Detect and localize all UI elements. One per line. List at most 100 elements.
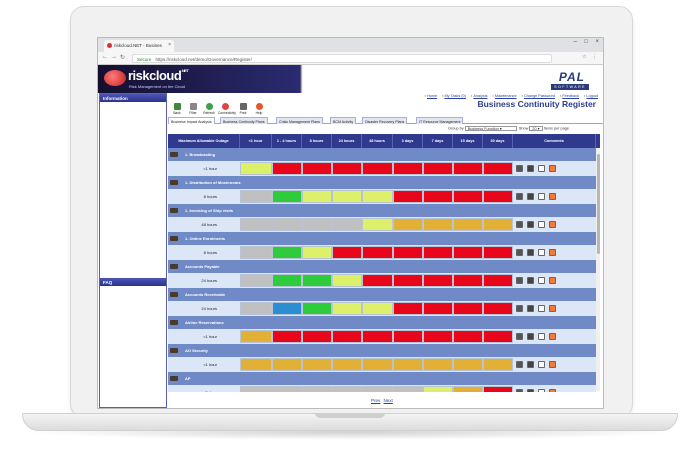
impact-cell-red[interactable] bbox=[393, 162, 423, 175]
help-row-icon[interactable] bbox=[549, 249, 556, 256]
forward-arrow-icon[interactable]: → bbox=[111, 54, 117, 60]
impact-cell-yellow[interactable] bbox=[423, 386, 453, 392]
help-row-icon[interactable] bbox=[549, 221, 556, 228]
filter-button[interactable]: Filter bbox=[186, 103, 200, 115]
camera-icon[interactable] bbox=[516, 193, 523, 200]
maximize-icon[interactable]: □ bbox=[584, 39, 588, 45]
impact-cell-orange[interactable] bbox=[423, 218, 453, 231]
impact-cell-red[interactable] bbox=[423, 246, 453, 259]
impact-cell-red[interactable] bbox=[453, 302, 483, 315]
tab-business-impact-analysis[interactable]: Business Impact Analysis bbox=[168, 117, 215, 124]
tab-it-resource-management[interactable]: IT Resource Management bbox=[416, 117, 464, 124]
top-link-4[interactable]: Change Password bbox=[522, 94, 555, 98]
help-button[interactable]: Help bbox=[252, 103, 266, 115]
impact-cell-yellow[interactable] bbox=[332, 190, 362, 203]
group-row[interactable]: 1. Online Enrolments bbox=[168, 232, 596, 245]
help-row-icon[interactable] bbox=[549, 193, 556, 200]
impact-cell-red[interactable] bbox=[393, 246, 423, 259]
camera-icon[interactable] bbox=[516, 221, 523, 228]
impact-cell-yellow[interactable] bbox=[362, 190, 393, 203]
impact-cell-yellow[interactable] bbox=[362, 302, 393, 315]
help-row-icon[interactable] bbox=[549, 277, 556, 284]
table-row[interactable]: <1 hour bbox=[168, 357, 596, 372]
refresh-button[interactable]: Refresh bbox=[202, 103, 216, 115]
impact-cell-orange[interactable] bbox=[393, 358, 423, 371]
table-row[interactable]: 24 hours bbox=[168, 301, 596, 316]
impact-cell-grey[interactable] bbox=[240, 218, 272, 231]
impact-cell-orange[interactable] bbox=[362, 358, 393, 371]
note-icon[interactable] bbox=[538, 333, 545, 340]
impact-cell-red[interactable] bbox=[453, 330, 483, 343]
impact-cell-green[interactable] bbox=[272, 246, 302, 259]
impact-cell-orange[interactable] bbox=[393, 218, 423, 231]
minimize-icon[interactable]: – bbox=[574, 39, 577, 45]
group-row[interactable]: Airline Reservations bbox=[168, 316, 596, 329]
table-row[interactable]: 7 days bbox=[168, 385, 596, 392]
impact-cell-grey[interactable] bbox=[332, 386, 362, 392]
tab-disaster-recovery-plans[interactable]: Disaster Recovery Plans bbox=[362, 117, 408, 124]
impact-cell-green[interactable] bbox=[272, 274, 302, 287]
impact-cell-blue[interactable] bbox=[272, 302, 302, 315]
top-link-3[interactable]: Maintenance bbox=[492, 94, 517, 98]
impact-cell-red[interactable] bbox=[393, 274, 423, 287]
note-icon[interactable] bbox=[538, 361, 545, 368]
impact-cell-red[interactable] bbox=[483, 302, 513, 315]
impact-cell-orange[interactable] bbox=[453, 358, 483, 371]
scroll-thumb[interactable] bbox=[597, 154, 600, 254]
impact-cell-green[interactable] bbox=[302, 274, 332, 287]
note-icon[interactable] bbox=[538, 305, 545, 312]
impact-cell-red[interactable] bbox=[272, 162, 302, 175]
impact-cell-red[interactable] bbox=[362, 246, 393, 259]
help-row-icon[interactable] bbox=[549, 305, 556, 312]
impact-cell-red[interactable] bbox=[423, 162, 453, 175]
impact-cell-red[interactable] bbox=[483, 330, 513, 343]
group-row[interactable]: AP bbox=[168, 372, 596, 385]
connectivity-button[interactable]: Connectivity bbox=[218, 103, 236, 115]
impact-cell-green[interactable] bbox=[272, 190, 302, 203]
close-tab-icon[interactable]: × bbox=[168, 42, 171, 48]
impact-cell-red[interactable] bbox=[483, 246, 513, 259]
print-row-icon[interactable] bbox=[527, 221, 534, 228]
impact-cell-red[interactable] bbox=[362, 330, 393, 343]
impact-cell-red[interactable] bbox=[332, 162, 362, 175]
impact-cell-orange[interactable] bbox=[240, 358, 272, 371]
impact-cell-orange[interactable] bbox=[453, 218, 483, 231]
impact-cell-grey[interactable] bbox=[362, 386, 393, 392]
impact-cell-yellow[interactable] bbox=[362, 218, 393, 231]
print-row-icon[interactable] bbox=[527, 333, 534, 340]
impact-cell-yellow[interactable] bbox=[332, 274, 362, 287]
group-row[interactable]: Accounts Receivable bbox=[168, 288, 596, 301]
note-icon[interactable] bbox=[538, 221, 545, 228]
impact-cell-grey[interactable] bbox=[272, 218, 302, 231]
camera-icon[interactable] bbox=[516, 165, 523, 172]
impact-cell-grey[interactable] bbox=[240, 274, 272, 287]
top-link-5[interactable]: Feedback bbox=[560, 94, 579, 98]
top-link-2[interactable]: Analysis bbox=[471, 94, 487, 98]
impact-cell-red[interactable] bbox=[423, 274, 453, 287]
impact-cell-red[interactable] bbox=[332, 330, 362, 343]
impact-cell-grey[interactable] bbox=[272, 386, 302, 392]
impact-cell-yellow[interactable] bbox=[302, 246, 332, 259]
browser-tab[interactable]: riskcloud.NET - Busines × bbox=[104, 40, 174, 52]
tab-business-continuity-plans[interactable]: Business Continuity Plans bbox=[220, 117, 268, 124]
reload-icon[interactable]: ↻ bbox=[120, 54, 125, 61]
impact-cell-red[interactable] bbox=[453, 162, 483, 175]
camera-icon[interactable] bbox=[516, 361, 523, 368]
impact-cell-orange[interactable] bbox=[423, 358, 453, 371]
table-row[interactable]: <1 hour bbox=[168, 161, 596, 176]
prev-link[interactable]: Prev bbox=[371, 398, 380, 403]
table-row[interactable]: 48 hours bbox=[168, 217, 596, 232]
impact-cell-orange[interactable] bbox=[332, 358, 362, 371]
impact-cell-red[interactable] bbox=[423, 302, 453, 315]
impact-cell-red[interactable] bbox=[483, 274, 513, 287]
impact-cell-red[interactable] bbox=[453, 246, 483, 259]
group-row[interactable]: 1. Invoicing of Ship visits bbox=[168, 204, 596, 217]
next-link[interactable]: Next bbox=[384, 398, 393, 403]
help-row-icon[interactable] bbox=[549, 333, 556, 340]
impact-cell-grey[interactable] bbox=[332, 218, 362, 231]
impact-cell-grey[interactable] bbox=[240, 302, 272, 315]
impact-cell-red[interactable] bbox=[393, 190, 423, 203]
tab-crisis-management-plans[interactable]: Crisis Management Plans bbox=[276, 117, 323, 124]
group-by-select[interactable]: Business Function ▾ bbox=[464, 126, 517, 131]
top-link-6[interactable]: Logout bbox=[584, 94, 598, 98]
